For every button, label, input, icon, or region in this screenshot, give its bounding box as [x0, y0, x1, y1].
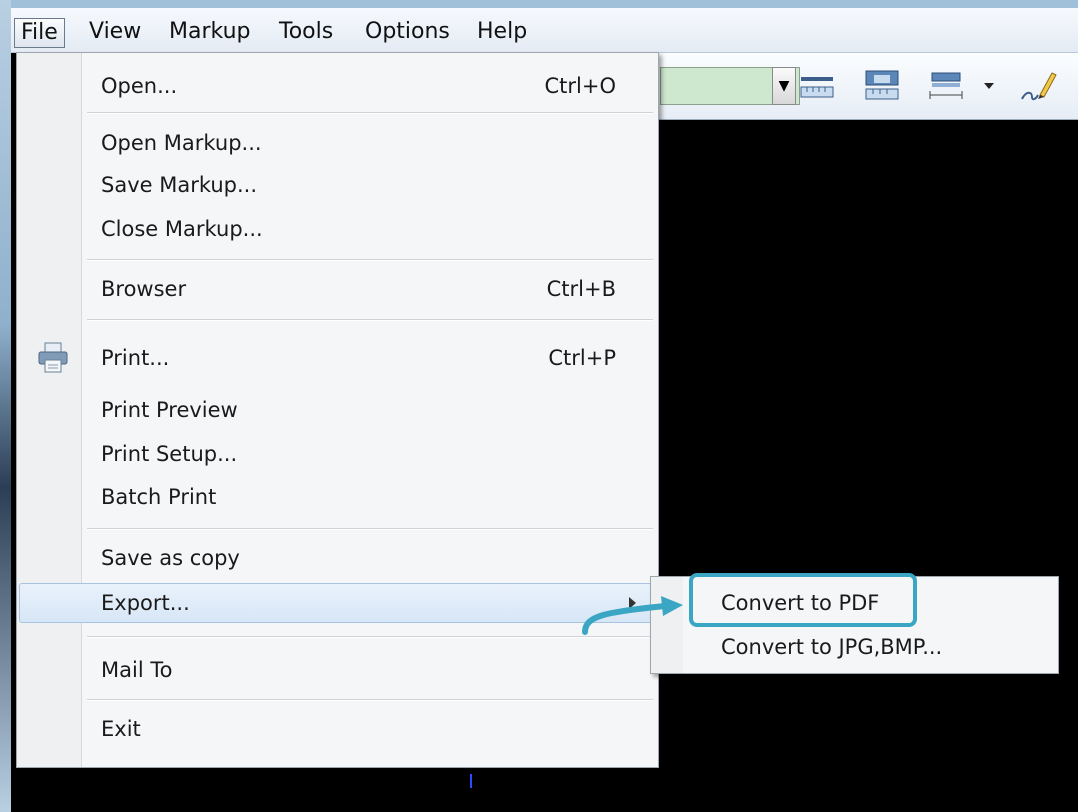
- menu-item-exit[interactable]: Exit: [101, 714, 141, 744]
- menu-view[interactable]: View: [83, 18, 147, 48]
- shortcut-browser: Ctrl+B: [546, 277, 616, 301]
- window-frame-top: [0, 0, 1078, 8]
- menu-item-print-preview[interactable]: Print Preview: [101, 395, 238, 425]
- submenu-item-convert-to-jpg-bmp[interactable]: Convert to JPG,BMP...: [721, 632, 942, 662]
- menu-help[interactable]: Help: [471, 18, 533, 48]
- menu-options[interactable]: Options: [359, 18, 456, 48]
- menu-item-open-markup[interactable]: Open Markup...: [101, 128, 262, 158]
- menu-bar: File View Markup Tools Options Help: [11, 8, 1078, 53]
- printer-icon: [38, 342, 68, 373]
- menu-item-browser[interactable]: Browser: [101, 274, 186, 304]
- shortcut-open: Ctrl+O: [544, 74, 617, 98]
- toolbar: ▼: [640, 53, 1078, 120]
- menu-item-open[interactable]: Open...: [101, 71, 177, 101]
- export-submenu: Convert to PDF Convert to JPG,BMP...: [650, 573, 1059, 674]
- menu-item-export[interactable]: Export...: [101, 588, 190, 618]
- menu-separator: [87, 528, 653, 530]
- menu-separator: [87, 112, 653, 114]
- menu-icon-gutter: [17, 53, 82, 767]
- menu-separator: [87, 259, 653, 261]
- menu-item-batch-print[interactable]: Batch Print: [101, 482, 216, 512]
- chevron-down-icon[interactable]: ▼: [772, 67, 796, 105]
- menu-separator: [87, 319, 653, 321]
- dropdown-arrow-icon[interactable]: [982, 69, 996, 103]
- menu-separator: [87, 636, 653, 638]
- menu-item-mail-to[interactable]: Mail To: [101, 655, 172, 685]
- dimension-icon[interactable]: [926, 69, 966, 103]
- shortcut-print: Ctrl+P: [548, 346, 616, 370]
- submenu-item-convert-to-pdf[interactable]: Convert to PDF: [721, 588, 879, 618]
- menu-item-print-setup[interactable]: Print Setup...: [101, 439, 237, 469]
- text-cursor: [470, 774, 472, 788]
- pen-icon[interactable]: [1018, 69, 1058, 103]
- file-menu-dropdown: Open... Ctrl+O Open Markup... Save Marku…: [16, 52, 659, 768]
- menu-markup[interactable]: Markup: [163, 18, 256, 48]
- menu-item-print[interactable]: Print...: [101, 343, 169, 373]
- menu-item-save-as-copy[interactable]: Save as copy: [101, 543, 240, 573]
- ruler-icon[interactable]: [798, 69, 836, 103]
- window-frame-left: [0, 0, 11, 812]
- area-ruler-icon[interactable]: [862, 69, 902, 103]
- callout-arrow-icon: [582, 596, 683, 635]
- menu-item-close-markup[interactable]: Close Markup...: [101, 214, 263, 244]
- menu-file[interactable]: File: [14, 18, 65, 48]
- menu-item-save-markup[interactable]: Save Markup...: [101, 170, 257, 200]
- menu-separator: [87, 699, 653, 701]
- menu-tools[interactable]: Tools: [273, 18, 339, 48]
